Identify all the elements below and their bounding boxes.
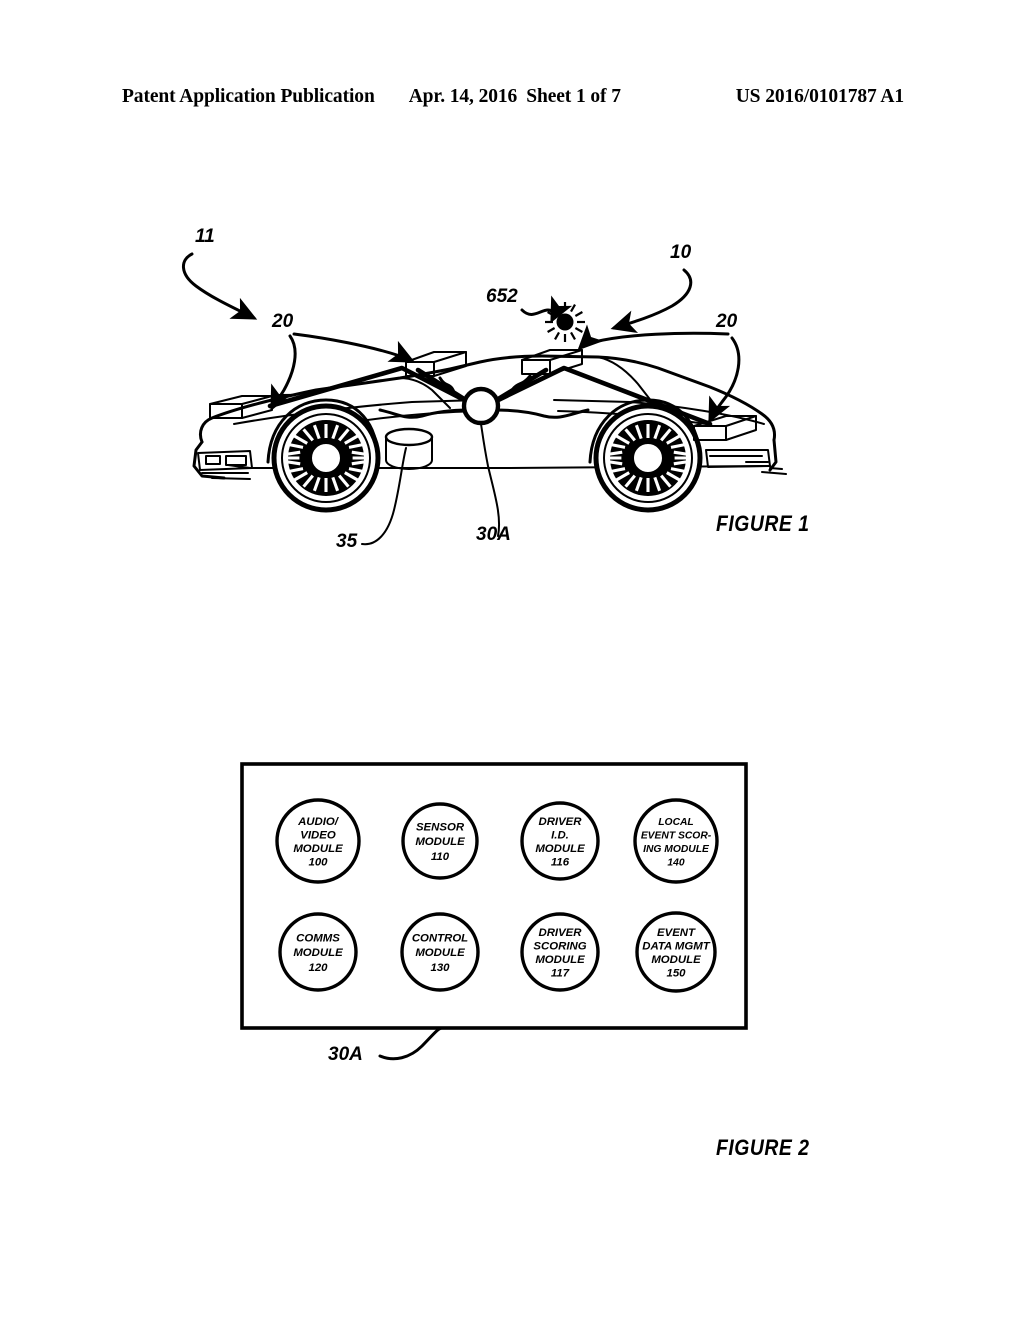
header-publication-label: Patent Application Publication	[122, 86, 375, 107]
module-130-line-1: MODULE	[415, 947, 465, 959]
module-116[interactable]: DRIVERI.D. MODULE 116	[520, 801, 600, 881]
module-117-line-2: MODULE	[535, 954, 585, 966]
figure-2-leader	[378, 1026, 444, 1061]
ref-numeral-35: 35	[336, 531, 358, 552]
ref-numeral-20-left: 20	[271, 311, 294, 332]
figure-2-drawing: AUDIO/VIDEO MODULE 100 SENSOR MODULE 110 DRIVE…	[240, 762, 748, 1065]
rear-wheel	[593, 403, 703, 513]
module-110-line-0: SENSOR	[416, 822, 465, 834]
page-header: Patent Application Publication Apr. 14, …	[122, 86, 904, 112]
module-116-line-3: 116	[551, 857, 570, 869]
module-140-line-0: LOCAL	[658, 817, 693, 828]
module-120-line-0: COMMS	[296, 933, 340, 945]
storage-device-35	[384, 427, 434, 470]
ref-numeral-30a-figure2: 30A	[328, 1044, 363, 1065]
module-120-line-2: 120	[308, 962, 328, 974]
module-117-line-1: SCORING	[533, 940, 586, 952]
ref-numeral-10: 10	[670, 242, 692, 263]
header-sheet-number: Sheet 1 of 7	[526, 86, 621, 107]
module-130-line-2: 130	[430, 962, 450, 974]
module-140-line-3: 140	[667, 858, 684, 869]
header-patent-number: US 2016/0101787 A1	[735, 86, 904, 107]
module-116-line-0: DRIVER	[538, 816, 582, 828]
module-130[interactable]: CONTROL MODULE 130	[400, 912, 480, 992]
module-120-line-1: MODULE	[293, 947, 343, 959]
ref-numeral-11: 11	[195, 226, 215, 247]
wireless-transmitter-652	[545, 302, 585, 342]
module-150-line-1: DATA MGMT	[642, 940, 711, 952]
ref-numeral-30a: 30A	[476, 524, 511, 545]
front-wheel	[271, 403, 381, 513]
ref-numeral-652: 652	[486, 286, 518, 307]
module-120[interactable]: COMMS MODULE 120	[278, 912, 358, 992]
figure-2-caption: FIGURE 2	[716, 1135, 810, 1160]
module-117-line-3: 117	[551, 968, 570, 980]
module-110[interactable]: SENSOR MODULE 110	[401, 802, 479, 880]
module-100-line-2: MODULE	[293, 843, 343, 855]
header-publication-date: Apr. 14, 2016	[408, 86, 518, 107]
module-140[interactable]: LOCAL EVENT SCOR- ING MODULE 140	[633, 798, 719, 884]
module-110-line-2: 110	[431, 851, 450, 863]
module-116-line-1: I.D.	[551, 829, 569, 841]
module-150-line-3: 150	[666, 968, 686, 980]
module-110-line-1: MODULE	[415, 836, 465, 848]
module-117[interactable]: DRIVERSCORING MODULE 117	[520, 912, 600, 992]
module-140-line-2: ING MODULE	[643, 844, 710, 855]
ref-numeral-20-right: 20	[715, 311, 738, 332]
module-150-line-2: MODULE	[651, 954, 701, 966]
module-100-line-3: 100	[308, 857, 328, 869]
module-100-line-0: AUDIO/	[297, 816, 340, 828]
module-140-line-1: EVENT SCOR-	[641, 830, 712, 841]
module-150-line-0: EVENT	[657, 927, 696, 939]
module-100[interactable]: AUDIO/VIDEO MODULE 100	[275, 798, 361, 884]
module-116-line-2: MODULE	[535, 843, 585, 855]
module-117-line-0: DRIVER	[538, 927, 582, 939]
module-150[interactable]: EVENTDATA MGMT MODULE 150	[635, 911, 717, 993]
module-130-line-0: CONTROL	[412, 933, 468, 945]
module-100-line-1: VIDEO	[300, 829, 336, 841]
figure-1-caption: FIGURE 1	[716, 511, 810, 536]
